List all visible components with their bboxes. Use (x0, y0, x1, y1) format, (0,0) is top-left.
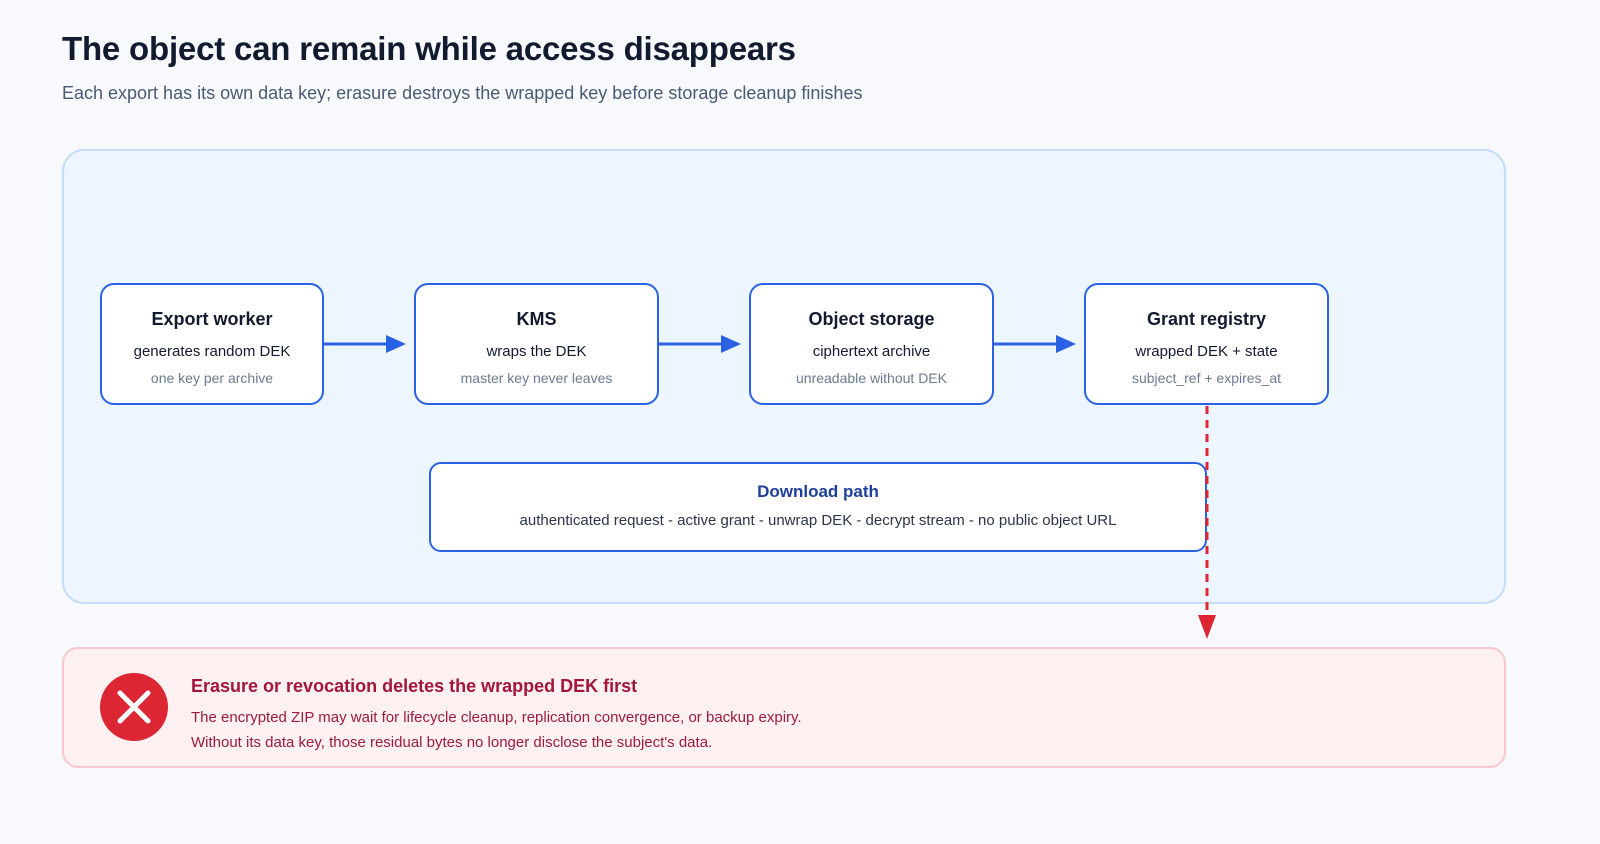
node-description: wrapped DEK + state (1135, 343, 1278, 360)
alert-text-line: The encrypted ZIP may wait for lifecycle… (191, 709, 802, 726)
node-title: KMS (516, 309, 557, 329)
node-note: master key never leaves (460, 370, 613, 386)
node-title: Grant registry (1146, 309, 1267, 329)
alert-text-line: Without its data key, those residual byt… (191, 734, 713, 751)
kms-node: KMS wraps the DEK master key never leave… (414, 283, 659, 405)
node-description: ciphertext archive (812, 343, 931, 360)
download-path-description: authenticated request - active grant - u… (519, 512, 1117, 529)
node-note: subject_ref + expires_at (1131, 370, 1282, 386)
download-path-title: Download path (757, 482, 879, 501)
node-description: wraps the DEK (486, 343, 587, 360)
alert-title: Erasure or revocation deletes the wrappe… (191, 676, 638, 696)
export-worker-node: Export worker generates random DEK one k… (100, 283, 324, 405)
node-description: generates random DEK (133, 343, 291, 360)
page-subtitle: Each export has its own data key; erasur… (62, 83, 863, 103)
page-title: The object can remain while access disap… (62, 30, 796, 67)
grant-registry-node: Grant registry wrapped DEK + state subje… (1084, 283, 1329, 405)
object-storage-node: Object storage ciphertext archive unread… (749, 283, 994, 405)
download-path-box: Download path authenticated request - ac… (429, 462, 1207, 552)
node-title: Export worker (151, 309, 273, 329)
node-note: unreadable without DEK (796, 370, 947, 386)
error-x-icon (100, 673, 168, 741)
erasure-alert: Erasure or revocation deletes the wrappe… (62, 647, 1506, 768)
node-note: one key per archive (150, 370, 274, 386)
node-title: Object storage (808, 309, 935, 329)
